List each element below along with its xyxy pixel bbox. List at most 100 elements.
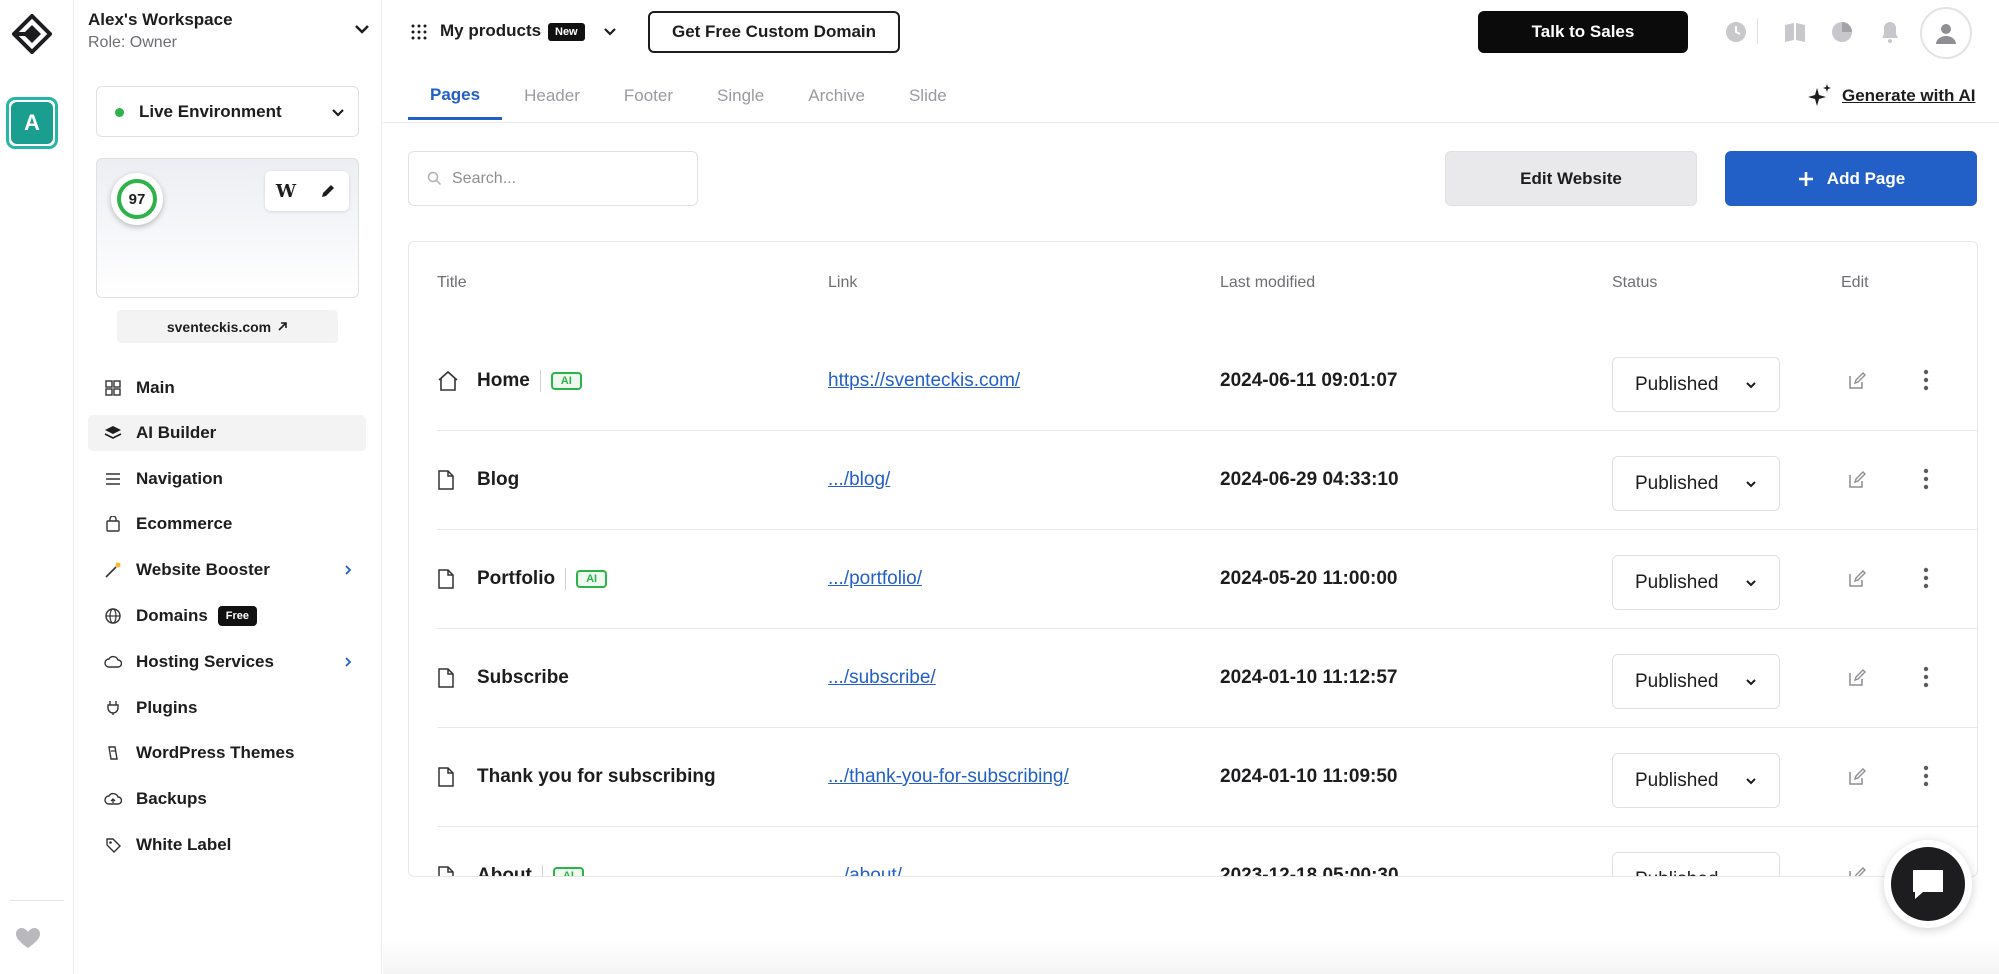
page-link[interactable]: .../subscribe/ [828,667,936,689]
edit-icon[interactable] [1847,470,1867,490]
book-icon[interactable] [1783,20,1807,44]
more-vertical-icon[interactable] [1923,369,1929,391]
generate-with-ai-link[interactable]: Generate with AI [1806,82,1976,110]
status-select[interactable]: Published [1612,654,1780,709]
sidebar-item-navigation[interactable]: Navigation [88,461,366,497]
search-input[interactable] [452,169,672,188]
page-link[interactable]: .../portfolio/ [828,568,922,590]
pie-chart-icon[interactable] [1830,20,1854,44]
status-select[interactable]: Published [1612,555,1780,610]
column-header-status[interactable]: Status [1612,274,1657,292]
workspace-name[interactable]: Alex's Workspace [88,10,233,30]
edit-icon[interactable] [1847,668,1867,688]
bag-icon [104,515,122,533]
sidebar-item-domains[interactable]: Domains Free [88,598,366,634]
page-link[interactable]: .../blog/ [828,469,890,491]
tab-single[interactable]: Single [695,72,786,120]
edit-icon[interactable] [1847,371,1867,391]
table-row[interactable]: About AI .../about/ 2023-12-18 05:00:30 … [437,827,1977,877]
edit-icon[interactable] [1847,866,1867,877]
site-preview[interactable]: 97 W [96,158,359,298]
external-link-icon [278,322,287,331]
sidebar-item-wordpress-themes[interactable]: WordPress Themes [88,735,366,771]
get-free-domain-button[interactable]: Get Free Custom Domain [648,11,900,53]
wordpress-icon[interactable]: W [265,171,307,211]
page-last-modified: 2024-05-20 11:00:00 [1220,568,1398,589]
brand-logo-icon[interactable] [12,14,52,54]
edit-icon[interactable] [1847,569,1867,589]
more-vertical-icon[interactable] [1923,666,1929,688]
edit-icon[interactable] [1847,767,1867,787]
tab-header[interactable]: Header [502,72,602,120]
table-row[interactable]: Portfolio AI .../portfolio/ 2024-05-20 1… [437,530,1977,629]
menu-icon [104,470,122,488]
clock-icon[interactable] [1724,20,1748,44]
page-title-cell: Blog [437,468,519,492]
more-vertical-icon[interactable] [1923,567,1929,589]
sidebar-item-ecommerce[interactable]: Ecommerce [88,506,366,542]
tab-pages[interactable]: Pages [408,72,503,120]
chat-button[interactable] [1884,840,1972,928]
page-title-cell: Thank you for subscribing [437,765,716,789]
page-link[interactable]: https://sventeckis.com/ [828,370,1020,392]
sidebar-item-website-booster[interactable]: Website Booster [88,552,366,588]
column-header-link[interactable]: Link [828,274,857,292]
my-products-menu[interactable]: My products [440,21,541,41]
apps-grid-icon[interactable] [411,24,427,40]
table-row[interactable]: Subscribe .../subscribe/ 2024-01-10 11:1… [437,629,1977,728]
column-header-title[interactable]: Title [437,274,467,292]
add-page-button[interactable]: Add Page [1725,151,1977,206]
brush-icon [104,744,122,762]
free-badge: Free [217,606,258,626]
rail-divider [10,900,64,901]
status-select[interactable]: Published [1612,753,1780,808]
chevron-down-icon [332,109,344,117]
status-value: Published [1635,670,1719,692]
chevron-down-icon [1746,382,1756,389]
page-link[interactable]: .../about/ [828,865,902,876]
sidebar-item-plugins[interactable]: Plugins [88,690,366,726]
user-icon [1936,24,1956,44]
column-header-last-modified[interactable]: Last modified [1220,274,1315,292]
table-row[interactable]: Thank you for subscribing .../thank-you-… [437,728,1977,827]
pencil-icon[interactable] [307,171,349,211]
chevron-down-icon [1746,778,1756,785]
chevron-down-icon[interactable] [603,27,617,36]
workspace-chevron-down-icon[interactable] [354,24,370,34]
edit-website-button[interactable]: Edit Website [1445,151,1697,206]
ai-badge: AI [541,865,584,876]
site-domain-link[interactable]: sventeckis.com [117,310,338,343]
workspace-avatar[interactable]: A [6,97,58,149]
page-title[interactable]: Thank you for subscribing [477,766,716,788]
plus-icon [1798,171,1813,186]
status-select[interactable]: Published [1612,456,1780,511]
sidebar-item-backups[interactable]: Backups [88,781,366,817]
user-avatar[interactable] [1920,7,1972,59]
table-row[interactable]: Home AI https://sventeckis.com/ 2024-06-… [437,332,1977,431]
sidebar-item-hosting-services[interactable]: Hosting Services [88,644,366,680]
tab-footer[interactable]: Footer [602,72,695,120]
page-title-cell: Subscribe [437,666,569,690]
sidebar-item-main[interactable]: Main [88,370,366,406]
tab-archive[interactable]: Archive [786,72,887,120]
sidebar-item-white-label[interactable]: White Label [88,827,366,863]
more-vertical-icon[interactable] [1923,765,1929,787]
status-select[interactable]: Published [1612,357,1780,412]
sparkle-icon [1808,84,1831,106]
environment-select[interactable]: Live Environment [96,86,359,137]
page-title[interactable]: Portfolio [477,568,555,590]
page-title[interactable]: Home [477,370,530,392]
table-row[interactable]: Blog .../blog/ 2024-06-29 04:33:10 Publi… [437,431,1977,530]
talk-to-sales-button[interactable]: Talk to Sales [1478,11,1688,53]
more-vertical-icon[interactable] [1923,468,1929,490]
page-title[interactable]: About [477,865,532,876]
status-select[interactable]: Published [1612,852,1780,876]
sidebar-item-ai-builder[interactable]: AI Builder [88,415,366,451]
sidebar-item-label: Ecommerce [136,514,233,533]
page-title[interactable]: Blog [477,469,519,491]
page-title[interactable]: Subscribe [477,667,569,689]
page-link[interactable]: .../thank-you-for-subscribing/ [828,766,1069,788]
heart-icon[interactable] [14,926,42,950]
tab-slide[interactable]: Slide [887,72,969,120]
bell-icon[interactable] [1878,20,1902,44]
